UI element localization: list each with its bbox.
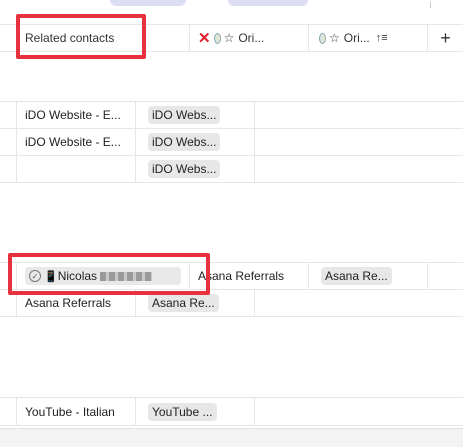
row-handle	[0, 129, 17, 155]
cell-text: iDO Website - E...	[25, 135, 121, 149]
column-header-origin-2[interactable]: ☆ Ori... ↑≡	[309, 25, 428, 51]
sort-icon[interactable]: ↑≡	[376, 32, 388, 44]
section-gap	[0, 317, 463, 398]
row-handle	[0, 156, 17, 182]
table-cell[interactable]	[17, 156, 136, 182]
star-icon: ☆	[329, 31, 340, 45]
oval-icon	[213, 32, 221, 44]
table-row[interactable]: YouTube - Italian YouTube ...	[0, 398, 463, 426]
row-handle	[0, 398, 17, 425]
top-tab-pill[interactable]	[228, 0, 308, 6]
table-cell[interactable]: YouTube - Italian	[17, 398, 136, 425]
highlight-box	[8, 253, 210, 295]
cell-text: YouTube - Italian	[25, 404, 115, 419]
oval-icon	[319, 32, 326, 44]
table-row[interactable]: iDO Website - E... iDO Webs...	[0, 102, 463, 129]
tag-chip[interactable]: iDO Webs...	[148, 106, 221, 124]
column-header-label: Ori...	[238, 31, 265, 45]
table-cell[interactable]: iDO Website - E...	[17, 129, 136, 155]
divider	[430, 2, 431, 8]
table-cell[interactable]: iDO Website - E...	[17, 102, 136, 128]
tag-chip[interactable]: YouTube ...	[148, 402, 217, 421]
footer-bar	[0, 428, 463, 447]
add-column-button[interactable]: +	[428, 25, 463, 51]
column-header-origin-1[interactable]: ✕ ☆ Ori...	[190, 25, 309, 51]
highlight-box	[16, 14, 146, 59]
table-cell[interactable]: YouTube ...	[136, 398, 255, 425]
table-cell[interactable]: Asana Re...	[309, 263, 428, 289]
table-row[interactable]: iDO Webs...	[0, 156, 463, 183]
table-cell[interactable]: iDO Webs...	[136, 156, 255, 182]
table-cell[interactable]: iDO Webs...	[136, 129, 255, 155]
x-icon: ✕	[198, 30, 211, 47]
tag-chip[interactable]: Asana Re...	[148, 294, 219, 312]
row-handle-header	[0, 25, 17, 51]
section-gap	[0, 183, 463, 263]
cell-text: iDO Website - E...	[25, 108, 121, 122]
table-row[interactable]: iDO Website - E... iDO Webs...	[0, 129, 463, 156]
top-tab-pill[interactable]	[110, 0, 186, 6]
tag-chip[interactable]: iDO Webs...	[148, 133, 221, 151]
star-icon: ☆	[223, 31, 235, 45]
column-header-label: Ori...	[343, 31, 370, 45]
tag-chip[interactable]: Asana Re...	[321, 267, 392, 285]
cell-text: Asana Referrals	[25, 296, 112, 310]
row-handle	[0, 102, 17, 128]
table-cell[interactable]: iDO Webs...	[136, 102, 255, 128]
tag-chip[interactable]: iDO Webs...	[148, 160, 221, 178]
section-gap	[0, 52, 463, 102]
